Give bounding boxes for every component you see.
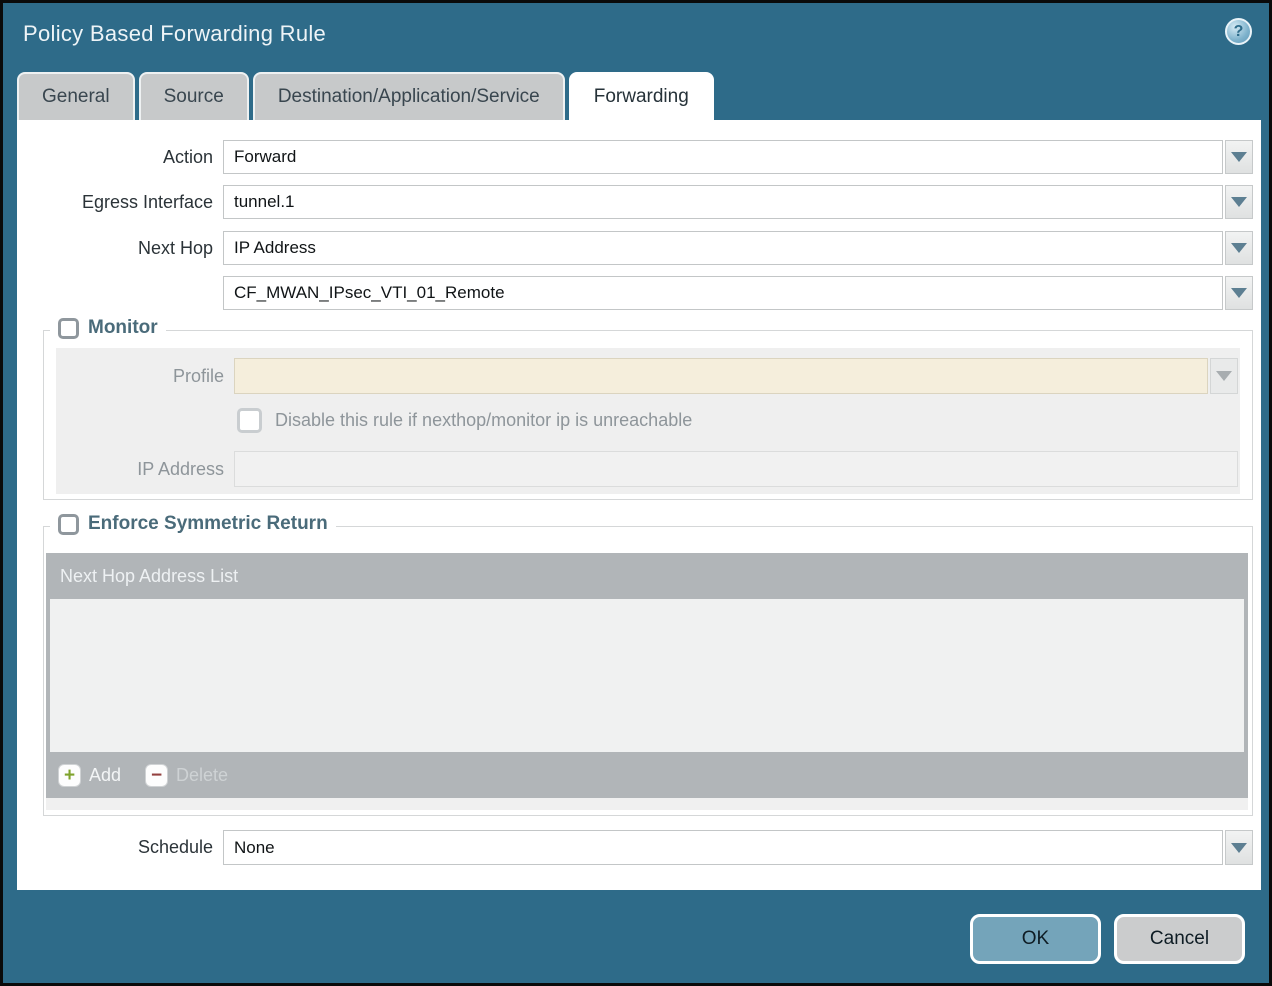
enforce-symmetric-return-section: Enforce Symmetric Return Next Hop Addres…	[43, 526, 1253, 816]
ok-button[interactable]: OK	[970, 914, 1101, 964]
chevron-down-icon	[1231, 152, 1247, 162]
chevron-down-icon	[1231, 243, 1247, 253]
disable-rule-label: Disable this rule if nexthop/monitor ip …	[275, 408, 692, 433]
policy-based-forwarding-dialog: Policy Based Forwarding Rule ? General S…	[0, 0, 1272, 986]
monitor-panel: Profile Disable this rule if nexthop/mon…	[56, 348, 1240, 494]
plus-icon: +	[58, 764, 81, 787]
enforce-symmetric-return-legend: Enforce Symmetric Return	[50, 513, 336, 535]
action-label: Action	[17, 140, 213, 174]
monitor-ip-address-label: IP Address	[56, 451, 224, 487]
chevron-down-icon	[1231, 843, 1247, 853]
add-button-label: Add	[89, 765, 121, 786]
cancel-button[interactable]: Cancel	[1114, 914, 1245, 964]
enforce-symmetric-return-legend-label: Enforce Symmetric Return	[88, 513, 328, 535]
egress-interface-input[interactable]	[223, 185, 1223, 219]
next-hop-type-input[interactable]	[223, 231, 1223, 265]
tab-destination-application-service[interactable]: Destination/Application/Service	[253, 72, 565, 120]
chevron-down-icon	[1231, 288, 1247, 298]
next-hop-address-list-table: Next Hop Address List + Add − Delete	[46, 553, 1248, 798]
monitor-checkbox[interactable]	[58, 318, 79, 339]
profile-label: Profile	[56, 358, 224, 394]
delete-button: − Delete	[145, 764, 228, 787]
schedule-dropdown-button[interactable]	[1225, 830, 1253, 865]
next-hop-type-dropdown-button[interactable]	[1225, 231, 1253, 265]
tab-general[interactable]: General	[17, 72, 135, 120]
profile-input	[234, 358, 1208, 394]
next-hop-address-dropdown-button[interactable]	[1225, 276, 1253, 310]
next-hop-label: Next Hop	[17, 231, 213, 265]
delete-button-label: Delete	[176, 765, 228, 786]
chevron-down-icon	[1216, 371, 1232, 381]
table-header-next-hop-address-list: Next Hop Address List	[46, 553, 1248, 599]
monitor-section: Monitor Profile Disable this rule if nex…	[43, 330, 1253, 500]
table-body-empty[interactable]	[50, 599, 1244, 752]
profile-dropdown-button	[1210, 358, 1238, 394]
tab-source[interactable]: Source	[139, 72, 249, 120]
monitor-legend: Monitor	[50, 317, 166, 339]
tab-forwarding[interactable]: Forwarding	[569, 72, 714, 120]
table-bottom-strip	[46, 798, 1248, 810]
enforce-symmetric-return-checkbox[interactable]	[58, 514, 79, 535]
next-hop-address-input[interactable]	[223, 276, 1223, 310]
monitor-ip-address-input	[234, 451, 1238, 487]
egress-interface-dropdown-button[interactable]	[1225, 185, 1253, 219]
disable-rule-checkbox	[237, 408, 262, 433]
schedule-input[interactable]	[223, 830, 1223, 865]
schedule-label: Schedule	[17, 830, 213, 865]
action-input[interactable]	[223, 140, 1223, 174]
action-dropdown-button[interactable]	[1225, 140, 1253, 174]
add-button[interactable]: + Add	[58, 764, 121, 787]
dialog-title: Policy Based Forwarding Rule	[23, 21, 326, 47]
tab-bar: General Source Destination/Application/S…	[17, 72, 714, 120]
chevron-down-icon	[1231, 197, 1247, 207]
forwarding-tab-panel: Action Egress Interface Next Hop Monitor	[17, 120, 1261, 890]
minus-icon: −	[145, 764, 168, 787]
help-icon[interactable]: ?	[1225, 18, 1252, 45]
egress-interface-label: Egress Interface	[17, 185, 213, 219]
table-footer: + Add − Delete	[46, 752, 1248, 798]
monitor-legend-label: Monitor	[88, 317, 158, 339]
